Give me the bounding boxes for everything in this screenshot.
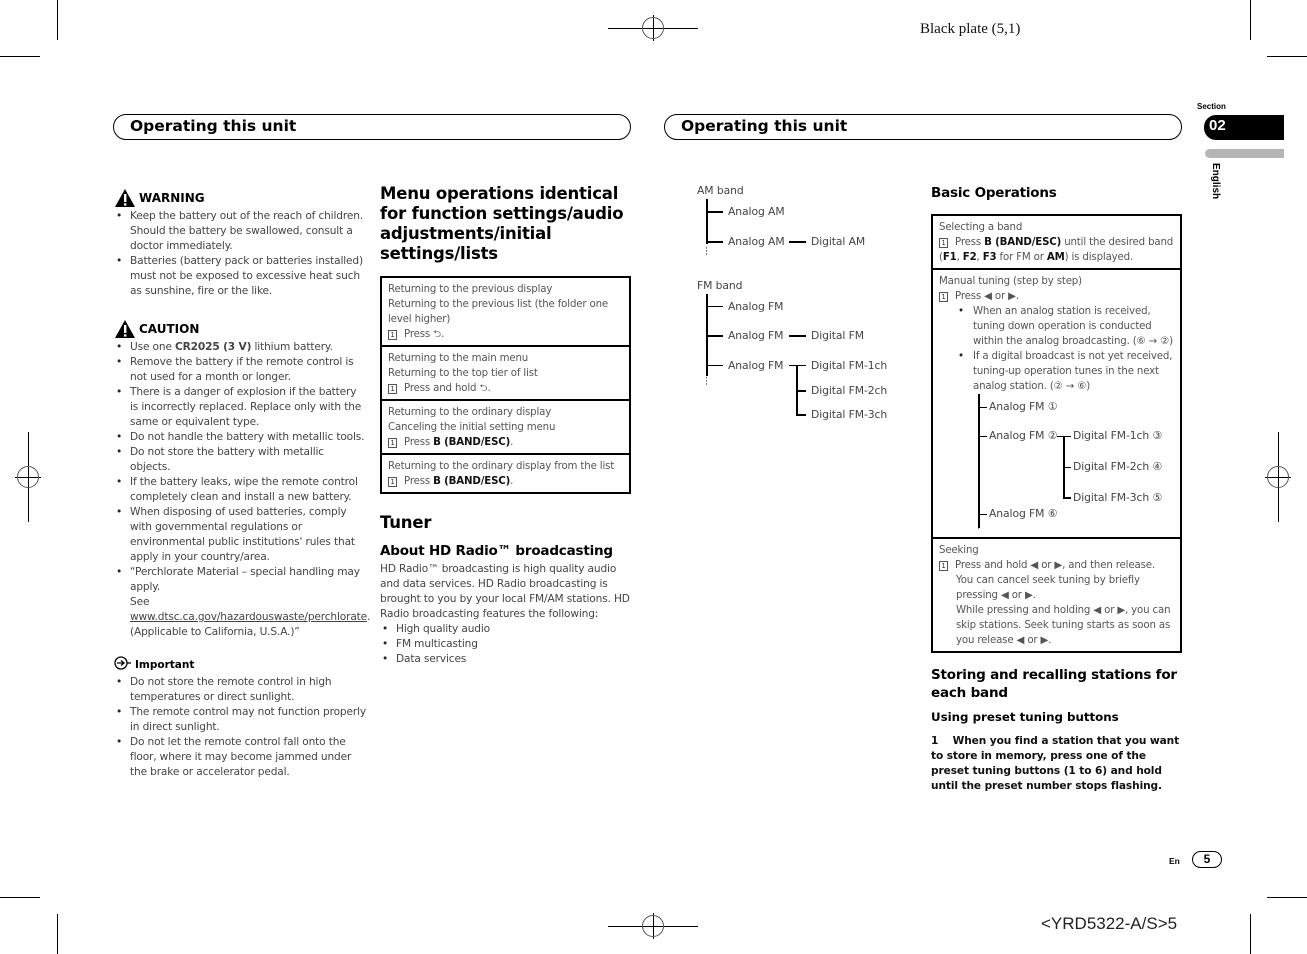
important-heading: Important bbox=[135, 658, 195, 671]
section-bar bbox=[1205, 149, 1284, 158]
tree-node: Analog FM bbox=[728, 300, 784, 313]
tuner-title: Tuner bbox=[380, 513, 432, 532]
tree-node: Analog FM bbox=[728, 359, 784, 372]
warning-triangle-icon bbox=[114, 319, 136, 339]
menu-op-row: Returning to the main menu Returning to … bbox=[382, 347, 629, 401]
basic-operations-title: Basic Operations bbox=[931, 185, 1057, 201]
caution-item: Do not handle the battery with metallic … bbox=[114, 430, 366, 445]
step-number-icon: 1 bbox=[388, 330, 397, 340]
storing-stations-title: Storing and recalling stations for each … bbox=[931, 667, 1177, 701]
tree-node: Digital FM-3ch bbox=[811, 408, 888, 421]
am-band-label: AM band bbox=[697, 184, 744, 197]
menu-operations-table: Returning to the previous display Return… bbox=[380, 276, 631, 494]
manual-tuning-note: If a digital broadcast is not yet receiv… bbox=[956, 349, 1174, 394]
basic-operations-table: Selecting a band 1 Press B (BAND/ESC) unt… bbox=[931, 214, 1182, 653]
important-note-icon bbox=[114, 656, 132, 673]
basic-op-row: Seeking 1 Press and hold ◀ or ▶, and then… bbox=[939, 545, 1171, 646]
preset-step: 1 When you find a station that you want … bbox=[931, 735, 1180, 792]
feature-item: Data services bbox=[380, 652, 630, 667]
important-item: Do not store the remote control in high … bbox=[114, 675, 366, 705]
tree-node: Analog FM ⑥ bbox=[989, 507, 1058, 520]
step-number-icon: 1 bbox=[388, 384, 397, 394]
tree-node: Digital FM-2ch bbox=[811, 384, 888, 397]
page-number: 5 bbox=[1192, 851, 1222, 868]
warning-heading: WARNING bbox=[139, 191, 205, 205]
warning-section: WARNING Keep the battery out of the reac… bbox=[114, 188, 366, 299]
tree-node: Analog AM bbox=[728, 235, 785, 248]
tree-node: Analog AM bbox=[728, 205, 785, 218]
caution-item: When disposing of used batteries, comply… bbox=[114, 505, 366, 565]
step-number-icon: 1 bbox=[939, 292, 948, 302]
menu-op-row: Returning to the ordinary display Cancel… bbox=[382, 401, 629, 455]
tree-node: Digital FM-3ch ⑤ bbox=[1073, 491, 1163, 504]
caution-item: Do not store the battery with metallic o… bbox=[114, 445, 366, 475]
step-number-icon: 1 bbox=[939, 561, 948, 571]
tree-node: Digital FM-1ch bbox=[811, 359, 888, 372]
tree-node: Analog FM ① bbox=[989, 400, 1058, 413]
important-item: The remote control may not function prop… bbox=[114, 705, 366, 735]
section-label: Section bbox=[1197, 102, 1226, 111]
caution-item: “Perchlorate Material – special handling… bbox=[114, 565, 370, 640]
left-header-title: Operating this unit bbox=[130, 117, 297, 135]
basic-op-row: Manual tuning (step by step) 1 Press ◀ or… bbox=[933, 270, 1180, 539]
caution-heading: CAUTION bbox=[139, 322, 200, 336]
important-item: Do not let the remote control fall onto … bbox=[114, 735, 366, 780]
step-number: 1 bbox=[931, 735, 939, 747]
warning-triangle-icon bbox=[114, 188, 136, 208]
language-code: En bbox=[1169, 856, 1180, 866]
hd-radio-body: HD Radio™ broadcasting is high quality a… bbox=[380, 563, 630, 620]
warning-item: Keep the battery out of the reach of chi… bbox=[114, 209, 366, 254]
left-page-header: Operating this unit bbox=[113, 114, 631, 140]
menu-operations-title: Menu operations identical for function s… bbox=[380, 184, 624, 263]
language-label: English bbox=[1210, 163, 1221, 200]
section-number-tab: 02 bbox=[1204, 115, 1284, 140]
caution-item: Use one CR2025 (3 V) lithium battery. bbox=[114, 340, 366, 355]
tree-node: Analog FM bbox=[728, 329, 784, 342]
caution-item: If the battery leaks, wipe the remote co… bbox=[114, 475, 366, 505]
basic-op-row: Selecting a band 1 Press B (BAND/ESC) unt… bbox=[933, 216, 1180, 270]
section-number: 02 bbox=[1209, 117, 1226, 134]
dtsc-link[interactable]: www.dtsc.ca.gov/hazardouswaste/perchlora… bbox=[130, 611, 367, 623]
tree-node: Digital FM-1ch ③ bbox=[1073, 429, 1163, 442]
tree-node: Digital FM-2ch ④ bbox=[1073, 460, 1163, 473]
feature-item: High quality audio bbox=[380, 622, 630, 637]
plate-label: Black plate (5,1) bbox=[920, 21, 1021, 37]
tree-node: Digital FM bbox=[811, 329, 864, 342]
document-code: <YRD5322-A/S>5 bbox=[1041, 914, 1178, 933]
menu-op-row: Returning to the previous display Return… bbox=[382, 278, 629, 347]
step-number-icon: 1 bbox=[388, 438, 397, 448]
hd-radio-title: About HD Radio™ broadcasting bbox=[380, 543, 613, 559]
return-icon: ⮌ bbox=[433, 329, 442, 340]
step-number-icon: 1 bbox=[388, 477, 397, 487]
step-number-icon: 1 bbox=[939, 238, 948, 248]
hd-radio-features: High quality audio FM multicasting Data … bbox=[380, 622, 630, 667]
tree-node: Digital AM bbox=[811, 235, 866, 248]
right-page-header: Operating this unit bbox=[664, 114, 1182, 140]
preset-buttons-subtitle: Using preset tuning buttons bbox=[931, 710, 1119, 724]
tree-node: Analog FM ② bbox=[989, 429, 1058, 442]
caution-section: CAUTION Use one CR2025 (3 V) lithium bat… bbox=[114, 319, 370, 640]
manual-tuning-note: When an analog station is received, tuni… bbox=[956, 304, 1174, 349]
feature-item: FM multicasting bbox=[380, 637, 630, 652]
caution-item: There is a danger of explosion if the ba… bbox=[114, 385, 366, 430]
warning-item: Batteries (battery pack or batteries ins… bbox=[114, 254, 366, 299]
important-section: Important Do not store the remote contro… bbox=[114, 656, 366, 780]
fm-band-label: FM band bbox=[697, 279, 743, 292]
caution-item: Remove the battery if the remote control… bbox=[114, 355, 366, 385]
right-header-title: Operating this unit bbox=[681, 117, 848, 135]
menu-op-row: Returning to the ordinary display from t… bbox=[388, 461, 615, 487]
